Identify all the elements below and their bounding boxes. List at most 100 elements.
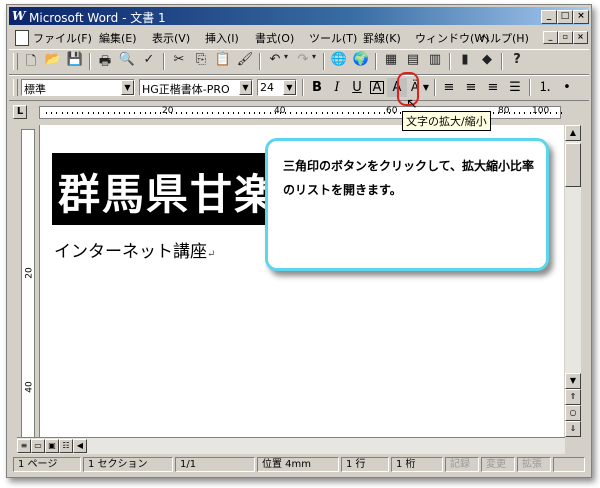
ruler-tick <box>254 112 255 114</box>
numbering-icon[interactable]: ⒈ <box>535 78 555 97</box>
copy-icon[interactable]: ⎘ <box>191 52 211 71</box>
ruler-tick <box>394 112 396 114</box>
ruler-tick <box>61 112 63 114</box>
distribute-icon[interactable]: ☰ <box>505 78 525 97</box>
new-icon[interactable]: 🗋 <box>21 52 41 71</box>
undo-dropdown-icon[interactable]: ▾ <box>281 52 291 71</box>
print-layout-icon[interactable]: ▣ <box>45 439 59 453</box>
menu-tools[interactable]: ツール(T) <box>309 30 357 46</box>
ruler-tick <box>113 112 115 114</box>
ruler-tick <box>524 112 526 114</box>
toolbar-grip[interactable] <box>13 53 18 70</box>
redo-dropdown-icon[interactable]: ▾ <box>309 52 319 71</box>
ruler-tick <box>389 112 391 114</box>
ruler-tick <box>550 112 552 114</box>
format-painter-icon[interactable]: 🖌 <box>235 52 255 71</box>
align-right-icon[interactable]: ≡ <box>483 78 503 97</box>
tab-selector-button[interactable]: L <box>13 105 27 119</box>
close-button[interactable]: × <box>573 10 589 24</box>
ruler-tick <box>493 112 495 114</box>
ruler-tick <box>378 112 380 114</box>
status-trk[interactable]: 変更 <box>481 457 515 472</box>
ruler-tick <box>66 112 68 114</box>
char-border-button[interactable]: A <box>367 78 387 97</box>
ruler-tick <box>519 112 521 114</box>
outline-view-icon[interactable]: ☷ <box>59 439 73 453</box>
ruler-tick <box>399 112 401 114</box>
web-layout-icon[interactable]: ▭ <box>31 439 45 453</box>
status-rec[interactable]: 記録 <box>445 457 479 472</box>
doc-minimize-button[interactable]: _ <box>543 31 558 44</box>
formatting-toolbar: 標準 ▼ HG正楷書体-PRO ▼ 24 ▼ B I U A A Ä ▼ ≡ ≡… <box>9 75 589 101</box>
menu-edit[interactable]: 編集(E) <box>99 30 137 46</box>
style-combo[interactable]: 標準 ▼ <box>21 79 135 96</box>
scroll-thumb[interactable] <box>565 143 581 187</box>
paragraph-mark: ↵ <box>207 249 216 260</box>
ruler-tick <box>321 112 323 114</box>
vertical-scrollbar[interactable]: ▲ ▼ ⇑ ○ ⇓ <box>565 125 581 437</box>
maximize-button[interactable]: □ <box>557 10 573 24</box>
subline-text[interactable]: インターネット講座↵ <box>54 237 215 262</box>
chevron-down-icon[interactable]: ▼ <box>283 80 296 95</box>
print-icon[interactable]: 🖶 <box>95 52 115 71</box>
align-center-icon[interactable]: ≡ <box>461 78 481 97</box>
align-left-icon[interactable]: ≡ <box>439 78 459 97</box>
help-icon[interactable]: ? <box>507 52 527 71</box>
excel-icon[interactable]: ▥ <box>425 52 445 71</box>
doc-restore-button[interactable]: ▫ <box>558 31 573 44</box>
drawing-icon[interactable]: ◆ <box>477 52 497 71</box>
scroll-left-button[interactable]: ◀ <box>73 439 87 453</box>
italic-button[interactable]: I <box>327 78 347 97</box>
scroll-down-button[interactable]: ▼ <box>565 373 581 389</box>
bullets-icon[interactable]: • <box>557 78 577 97</box>
cut-icon[interactable]: ✂ <box>169 52 189 71</box>
columns-icon[interactable]: ▮ <box>455 52 475 71</box>
spell-icon[interactable]: ✓ <box>139 52 159 71</box>
toolbar-grip[interactable] <box>13 79 18 96</box>
ruler-tick <box>332 112 333 114</box>
insert-table-icon[interactable]: ▤ <box>403 52 423 71</box>
scroll-up-button[interactable]: ▲ <box>565 125 581 141</box>
char-scale-dropdown[interactable]: ▼ <box>421 78 431 97</box>
prev-page-button[interactable]: ⇑ <box>565 389 581 405</box>
document-icon[interactable] <box>15 30 29 46</box>
chevron-down-icon[interactable]: ▼ <box>121 80 134 95</box>
size-combo[interactable]: 24 ▼ <box>257 79 297 96</box>
ruler-tick <box>165 112 167 114</box>
separator <box>449 53 451 70</box>
separator <box>323 53 325 70</box>
ruler-tick <box>342 112 344 114</box>
status-ext[interactable]: 拡張 <box>517 457 551 472</box>
ruler-tick <box>274 112 276 114</box>
ruler-tick <box>555 112 557 114</box>
ruler-label: 80 <box>498 106 510 116</box>
menu-table[interactable]: 罫線(K) <box>363 30 401 46</box>
normal-view-icon[interactable]: ≡ <box>17 439 31 453</box>
bold-button[interactable]: B <box>307 78 327 97</box>
web-icon[interactable]: 🌍 <box>351 52 371 71</box>
horizontal-ruler: L 20 40 60 80 100 <box>9 101 589 123</box>
menu-format[interactable]: 書式(O) <box>255 30 294 46</box>
ruler-tick <box>316 112 318 114</box>
preview-icon[interactable]: 🔍 <box>117 52 137 71</box>
horizontal-bar: ≡ ▭ ▣ ☷ ◀ <box>17 437 565 454</box>
select-browse-object-button[interactable]: ○ <box>565 405 581 421</box>
ruler-tick <box>269 112 271 114</box>
menu-insert[interactable]: 挿入(I) <box>205 30 239 46</box>
paste-icon[interactable]: 📋 <box>213 52 233 71</box>
tables-icon[interactable]: ▦ <box>381 52 401 71</box>
open-icon[interactable]: 📂 <box>43 52 63 71</box>
doc-close-button[interactable]: × <box>573 31 588 44</box>
next-page-button[interactable]: ⇓ <box>565 421 581 437</box>
ruler-tick <box>248 112 250 114</box>
minimize-button[interactable]: _ <box>541 10 557 24</box>
menu-file[interactable]: ファイル(F) <box>33 30 92 46</box>
chevron-down-icon[interactable]: ▼ <box>239 80 252 95</box>
hyperlink-icon[interactable]: 🌐 <box>329 52 349 71</box>
save-icon[interactable]: 💾 <box>65 52 85 71</box>
ruler-tick <box>186 112 188 114</box>
underline-button[interactable]: U <box>347 78 367 97</box>
menu-help[interactable]: ヘルプ(H) <box>479 30 529 46</box>
menu-view[interactable]: 表示(V) <box>152 30 190 46</box>
font-combo[interactable]: HG正楷書体-PRO ▼ <box>139 79 253 96</box>
